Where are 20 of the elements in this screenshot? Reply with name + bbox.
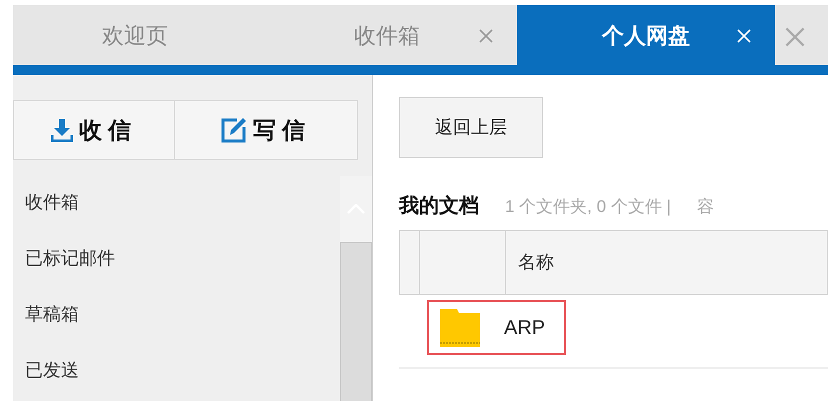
edit-icon	[221, 117, 247, 143]
receive-button[interactable]: 收信	[14, 101, 175, 159]
back-button[interactable]: 返回上层	[399, 97, 543, 158]
close-icon[interactable]	[479, 29, 493, 43]
scroll-thumb[interactable]	[340, 242, 372, 401]
capacity-label: 容	[696, 196, 714, 218]
tab[interactable]: 个人网盘	[517, 5, 775, 65]
compose-button[interactable]: 写信	[175, 101, 357, 159]
folder-icon	[440, 308, 480, 346]
nav-item[interactable]: 草稿箱	[25, 300, 79, 328]
column-header[interactable]: 名称	[518, 249, 554, 276]
nav-item[interactable]: 收件箱	[25, 188, 79, 216]
folder-title: 我的文档	[399, 194, 479, 219]
folder-summary: 1 个文件夹, 0 个文件 |	[505, 196, 671, 218]
nav-item[interactable]: 已标记邮件	[25, 244, 115, 272]
scrollbar[interactable]	[340, 176, 372, 401]
folder-item[interactable]: ARP	[427, 300, 566, 355]
nav-item[interactable]: 已发送	[25, 356, 79, 384]
folder-name: ARP	[504, 316, 546, 340]
download-icon	[51, 118, 73, 142]
